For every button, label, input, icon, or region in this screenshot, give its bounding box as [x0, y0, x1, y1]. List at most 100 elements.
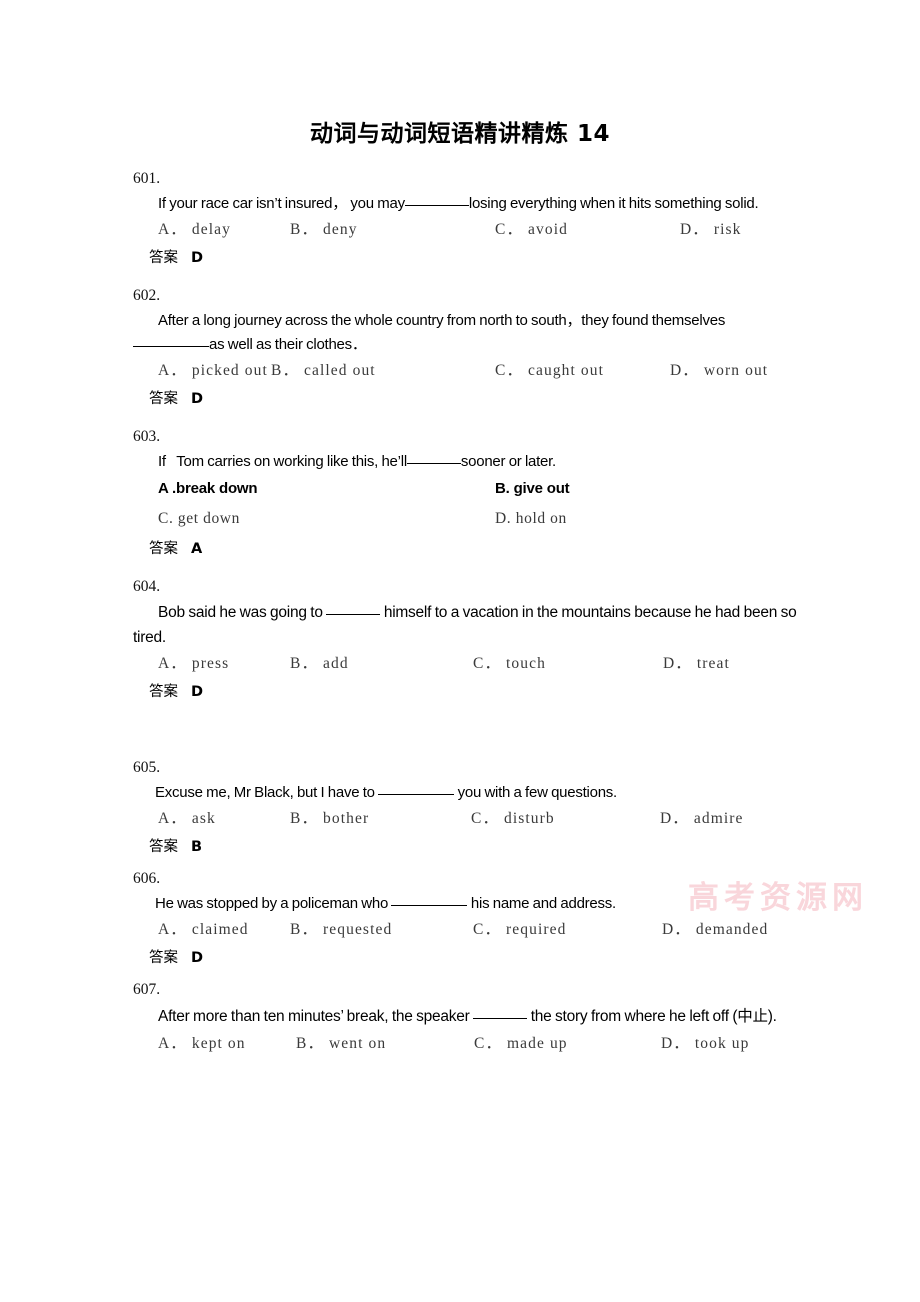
option-c[interactable]: C． touch — [473, 650, 546, 677]
question-block-604: 604. Bob said he was going to himself to… — [133, 574, 813, 706]
answer-line: 答案 D — [133, 943, 813, 972]
option-a[interactable]: A． claimed — [158, 916, 249, 943]
option-b[interactable]: B． called out — [271, 357, 376, 384]
question-stem-line1: After a long journey across the whole co… — [133, 309, 813, 333]
option-c[interactable]: C. get down — [158, 504, 240, 534]
question-number: 606. — [133, 870, 161, 887]
option-d[interactable]: D． risk — [680, 216, 742, 243]
option-d[interactable]: D． worn out — [670, 357, 768, 384]
stem-text-post: losing everything when it hits something… — [468, 195, 759, 212]
questions-container: 601. If your race car isn’t insured， you… — [133, 166, 813, 1057]
answer-value: A — [191, 541, 203, 557]
stem-text-post: sooner or later. — [460, 453, 556, 470]
answer-blank — [473, 1018, 528, 1019]
question-block-602: 602. After a long journey across the who… — [133, 283, 813, 413]
stem-text-post: you with a few questions. — [454, 784, 618, 801]
option-row: A． press B． add C． touch D． treat — [133, 650, 813, 677]
option-row: A． claimed B． requested C． required D． d… — [133, 916, 813, 943]
answer-line: 答案 A — [133, 534, 813, 563]
question-block-607: 607. After more than ten minutes’ break,… — [133, 977, 813, 1057]
question-block-603: 603. If Tom carries on working like this… — [133, 424, 813, 563]
question-stem: After more than ten minutes’ break, the … — [133, 1003, 813, 1030]
stem-text-pre: He was stopped by a policeman who — [155, 895, 389, 912]
answer-blank — [406, 463, 461, 464]
option-row: A． kept on B． went on C． made up D． took… — [133, 1030, 813, 1057]
question-number: 603. — [133, 428, 161, 445]
answer-value: D — [191, 684, 204, 700]
option-b[interactable]: B． deny — [290, 216, 358, 243]
option-d[interactable]: D． demanded — [662, 916, 768, 943]
option-a[interactable]: A .break down — [158, 474, 258, 504]
answer-label: 答案 — [149, 541, 178, 557]
answer-value: D — [191, 391, 204, 407]
answer-label: 答案 — [149, 839, 178, 855]
question-number: 605. — [133, 759, 161, 776]
question-block-606: 606. He was stopped by a policeman who h… — [133, 866, 813, 972]
stem-text: After a long journey across the whole co… — [158, 312, 726, 329]
option-d[interactable]: D． took up — [661, 1030, 750, 1057]
stem-text-pre: After more than ten minutes’ break, the … — [158, 1008, 470, 1025]
option-c[interactable]: C． required — [473, 916, 566, 943]
answer-value: D — [191, 950, 204, 966]
question-number: 607. — [133, 981, 161, 998]
answer-label: 答案 — [149, 250, 178, 266]
option-a[interactable]: A． press — [158, 650, 229, 677]
document-page: 动词与动词短语精讲精炼 14 601. If your race car isn… — [0, 0, 920, 1302]
option-a[interactable]: A． kept on — [158, 1030, 246, 1057]
answer-value: B — [191, 839, 203, 855]
answer-value: D — [191, 250, 204, 266]
page-title: 动词与动词短语精讲精炼 14 — [309, 121, 610, 147]
question-stem: If your race car isn’t insured， you may l… — [133, 192, 813, 216]
answer-line: 答案 B — [133, 832, 813, 861]
question-number: 604. — [133, 578, 161, 595]
option-c[interactable]: C． caught out — [495, 357, 604, 384]
option-row: A． picked out B． called out C． caught ou… — [133, 357, 813, 384]
option-a[interactable]: A． picked out — [158, 357, 268, 384]
answer-label: 答案 — [149, 950, 178, 966]
answer-blank — [404, 205, 469, 206]
option-row-cd: C. get down D. hold on — [133, 504, 813, 534]
option-b[interactable]: B. give out — [495, 474, 570, 504]
option-b[interactable]: B． went on — [296, 1030, 386, 1057]
stem-text-pre: If your race car isn’t insured， you may — [158, 195, 405, 212]
answer-label: 答案 — [149, 684, 178, 700]
stem-text-pre: If Tom carries on working like this, he’… — [158, 453, 407, 470]
answer-line: 答案 D — [133, 384, 813, 413]
option-b[interactable]: B． requested — [290, 916, 392, 943]
stem-text-post: his name and address. — [467, 895, 616, 912]
stem-text-post: himself to a vacation in the mountains b… — [380, 604, 692, 621]
answer-line: 答案 D — [133, 243, 813, 272]
option-b[interactable]: B． add — [290, 650, 349, 677]
question-number: 602. — [133, 287, 161, 304]
answer-blank — [378, 794, 455, 795]
option-a[interactable]: A． delay — [158, 216, 231, 243]
option-a[interactable]: A． ask — [158, 805, 216, 832]
question-stem: Excuse me, Mr Black, but I have to you w… — [133, 781, 813, 805]
question-block-601: 601. If your race car isn’t insured， you… — [133, 166, 813, 272]
stem-text-line2: 止). — [752, 1008, 777, 1025]
stem-text-pre: Bob said he was going to — [158, 604, 323, 621]
stem-text-pre: Excuse me, Mr Black, but I have to — [155, 784, 375, 801]
stem-text-post: the story from where he left off (中 — [527, 1008, 753, 1025]
option-c[interactable]: C． avoid — [495, 216, 568, 243]
question-stem: Bob said he was going to himself to a va… — [133, 600, 813, 650]
question-number: 601. — [133, 170, 161, 187]
option-d[interactable]: D． treat — [663, 650, 730, 677]
option-d[interactable]: D. hold on — [495, 504, 567, 534]
stem-text: as well as their clothes． — [209, 336, 367, 353]
answer-label: 答案 — [149, 391, 178, 407]
question-stem: If Tom carries on working like this, he’… — [133, 450, 813, 474]
option-c[interactable]: C． made up — [474, 1030, 568, 1057]
answer-blank — [133, 346, 209, 347]
option-row-ab: A .break down B. give out — [133, 474, 813, 504]
option-row: A． ask B． bother C． disturb D． admire — [133, 805, 813, 832]
option-d[interactable]: D． admire — [660, 805, 744, 832]
answer-line: 答案 D — [133, 677, 813, 706]
option-c[interactable]: C． disturb — [471, 805, 555, 832]
question-stem-line2: as well as their clothes． — [133, 333, 813, 357]
option-b[interactable]: B． bother — [290, 805, 369, 832]
